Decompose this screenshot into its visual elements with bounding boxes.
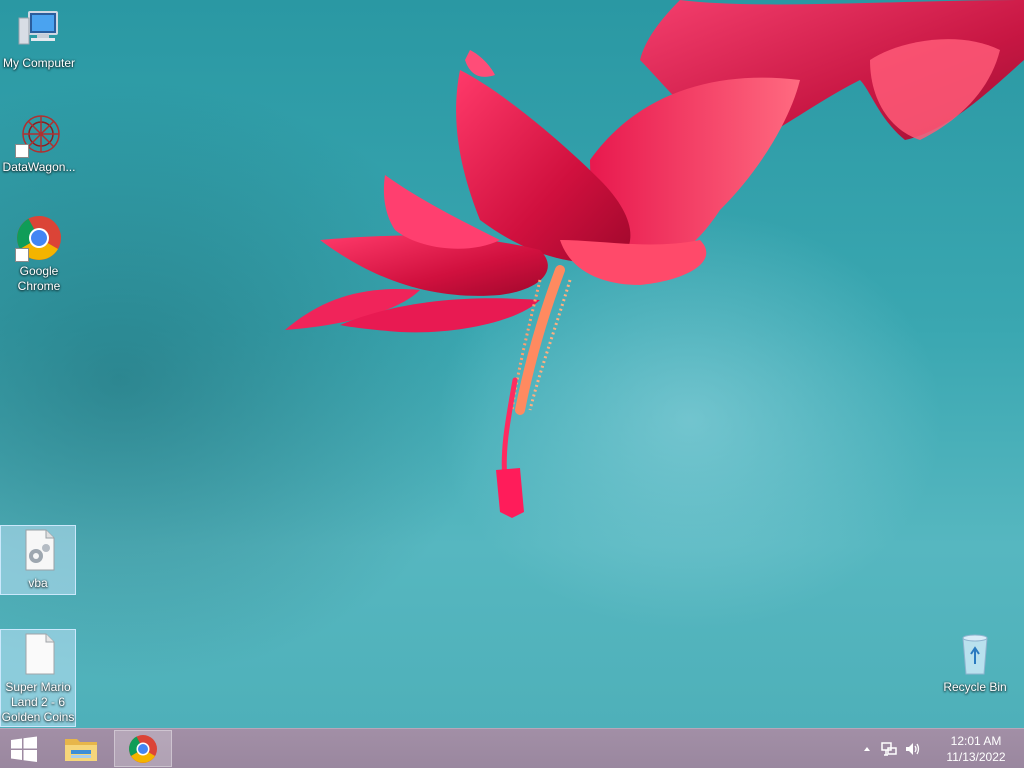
taskbar: 12:01 AM 11/13/2022 [0,728,1024,768]
volume-icon[interactable] [904,740,922,758]
chrome-icon [115,735,171,770]
windows-logo-icon [0,736,48,773]
desktop-icon-google-chrome[interactable]: Google Chrome [1,214,77,294]
shortcut-arrow-icon [15,248,29,262]
desktop-icon-label: DataWagon... [2,160,76,174]
recycle-bin-icon [951,630,999,678]
taskbar-app-google-chrome[interactable] [114,730,172,767]
my-computer-icon [15,6,63,54]
chrome-icon [15,214,63,262]
desktop[interactable]: My Computer DataWagon... Google Chrome v… [0,0,1024,728]
desktop-icon-label: Super Mario Land 2 - 6 Golden Coins [1,680,75,724]
shortcut-arrow-icon [15,144,29,158]
desktop-icon-label: Google Chrome [17,264,61,293]
show-hidden-icons-chevron[interactable] [858,740,876,758]
network-icon[interactable] [880,740,898,758]
settings-file-icon [14,526,62,574]
system-tray: 12:01 AM 11/13/2022 [854,729,1024,769]
file-explorer-icon [52,739,110,771]
start-button[interactable] [0,729,48,769]
desktop-icon-label: vba [28,576,48,590]
desktop-icon-vba[interactable]: vba [0,525,76,595]
clock-date: 11/13/2022 [946,750,1006,764]
desktop-icon-label: Recycle Bin [943,680,1007,694]
blank-file-icon [14,630,62,678]
desktop-icon-my-computer[interactable]: My Computer [1,6,77,71]
clock-time: 12:01 AM [950,734,1002,748]
datawagon-icon [15,110,63,158]
desktop-icon-recycle-bin[interactable]: Recycle Bin [936,630,1014,695]
taskbar-app-file-explorer[interactable] [52,730,110,767]
wallpaper-flower [285,0,1024,518]
desktop-icon-super-mario-land-2[interactable]: Super Mario Land 2 - 6 Golden Coins [0,629,76,727]
clock[interactable]: 12:01 AM 11/13/2022 [940,733,1012,765]
desktop-icon-datawagon[interactable]: DataWagon... [1,110,77,175]
desktop-icon-label: My Computer [2,56,76,70]
